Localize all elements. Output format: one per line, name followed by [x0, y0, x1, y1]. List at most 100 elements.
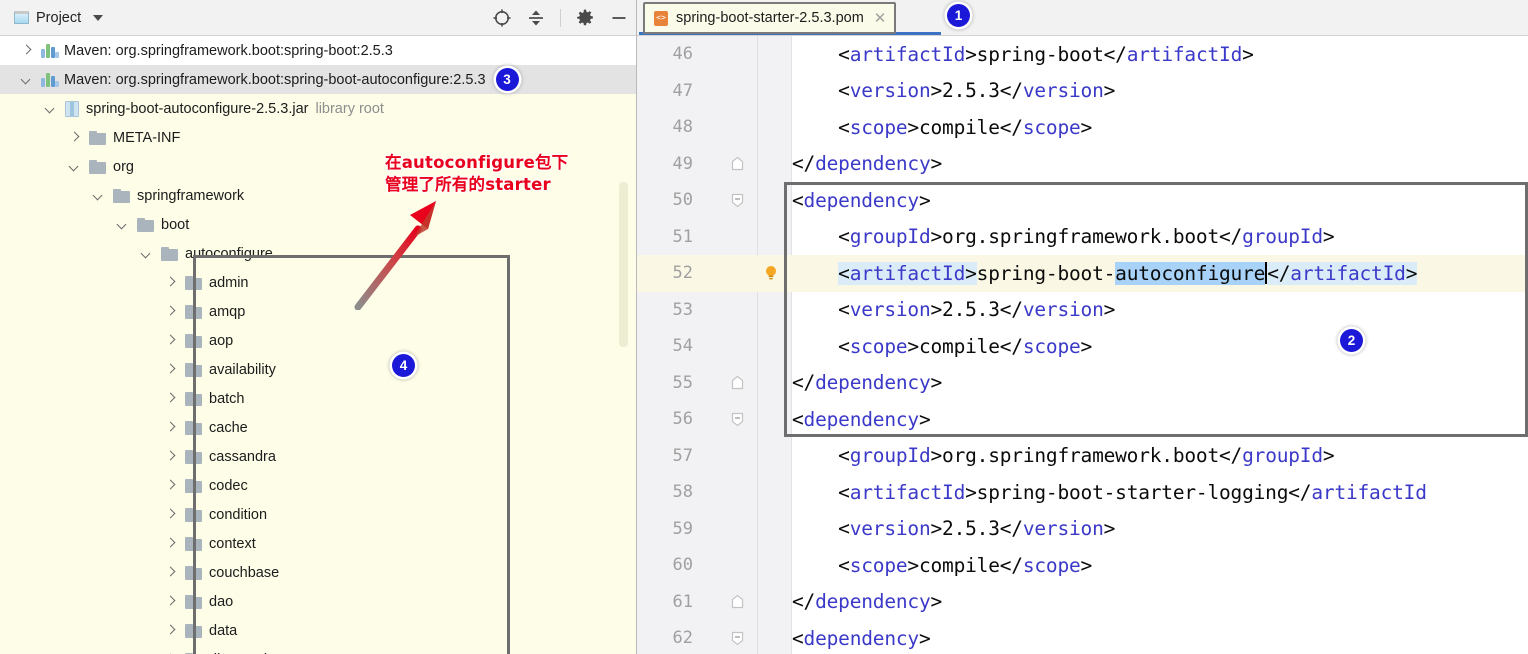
gutter-row[interactable]: 52: [637, 255, 792, 292]
editor-tab-pom[interactable]: spring-boot-starter-2.5.3.pom ✕: [643, 2, 897, 34]
xml-tag-name: dependency: [815, 152, 931, 176]
gutter-row[interactable]: 55: [637, 365, 792, 402]
gear-icon[interactable]: [575, 8, 595, 28]
gutter-row[interactable]: 46: [637, 36, 792, 73]
gutter-row[interactable]: 49: [637, 146, 792, 183]
chevron-right-icon[interactable]: [164, 363, 177, 376]
code-line[interactable]: < scope > compile </scope >: [792, 328, 1528, 365]
gutter-row[interactable]: 48: [637, 109, 792, 146]
tree-node-couchbase[interactable]: couchbase: [0, 558, 636, 587]
tree-node-maven-org-springframework-boot-spring-boot-autoconfigure-2-5-3[interactable]: Maven: org.springframework.boot:spring-b…: [0, 65, 636, 94]
code-line[interactable]: < version >2.5.3 </version >: [792, 73, 1528, 110]
code-line[interactable]: < dependency >: [792, 401, 1528, 438]
gutter-row[interactable]: 54: [637, 328, 792, 365]
chevron-right-icon[interactable]: [164, 537, 177, 550]
tree-node-meta-inf[interactable]: META-INF: [0, 123, 636, 152]
gutter-row[interactable]: 59: [637, 511, 792, 548]
fold-collapse-icon[interactable]: [730, 631, 745, 646]
chevron-down-icon[interactable]: [116, 218, 129, 231]
chevron-right-icon[interactable]: [164, 479, 177, 492]
chevron-down-icon[interactable]: [68, 160, 81, 173]
tree-node-spring-boot-autoconfigure-2-5-3-jar[interactable]: spring-boot-autoconfigure-2.5.3.jar libra…: [0, 94, 636, 123]
fold-collapse-icon[interactable]: [730, 412, 745, 427]
chevron-right-icon[interactable]: [164, 334, 177, 347]
tree-node-diagnostics[interactable]: diagnostics: [0, 645, 636, 654]
project-panel-scrollbar[interactable]: [619, 182, 628, 347]
tree-node-maven-org-springframework-boot-spring-boot-2-5-3[interactable]: Maven: org.springframework.boot:spring-b…: [0, 36, 636, 65]
code-line[interactable]: < dependency >: [792, 620, 1528, 654]
chevron-down-icon[interactable]: [93, 14, 104, 21]
code-line[interactable]: < artifactId > spring-boot </artifactId >: [792, 36, 1528, 73]
select-opened-file-icon[interactable]: [492, 8, 512, 28]
fold-end-icon[interactable]: [730, 156, 745, 171]
tree-node-data[interactable]: data: [0, 616, 636, 645]
code-line[interactable]: < groupId > org.springframework.boot </group…: [792, 219, 1528, 256]
gutter-row[interactable]: 57: [637, 438, 792, 475]
code-line[interactable]: </dependency >: [792, 146, 1528, 183]
gutter-row[interactable]: 58: [637, 474, 792, 511]
editor-gutter[interactable]: 46 47 48 49 50 51 52 53 54 55 56 57 58 59 60 61 62: [637, 36, 792, 654]
gutter-row[interactable]: 53: [637, 292, 792, 329]
tree-node-boot[interactable]: boot: [0, 210, 636, 239]
project-title-group[interactable]: Project: [14, 10, 104, 26]
gutter-row[interactable]: 50: [637, 182, 792, 219]
code-line[interactable]: < artifactId > spring-boot-autoconfigure </a…: [792, 255, 1528, 292]
chevron-down-icon[interactable]: [44, 102, 57, 115]
code-line[interactable]: < version >2.5.3 </version >: [792, 292, 1528, 329]
code-content[interactable]: < artifactId > spring-boot </artifactId > < ve…: [792, 36, 1528, 654]
gutter-row[interactable]: 61: [637, 584, 792, 621]
fold-end-icon[interactable]: [730, 375, 745, 390]
intention-bulb-icon[interactable]: [764, 265, 778, 281]
xml-punctuation: <: [838, 115, 850, 139]
gutter-row[interactable]: 62: [637, 620, 792, 654]
tree-node-cassandra[interactable]: cassandra: [0, 442, 636, 471]
gutter-row[interactable]: 51: [637, 219, 792, 256]
tree-node-autoconfigure[interactable]: autoconfigure: [0, 239, 636, 268]
tree-node-aop[interactable]: aop: [0, 326, 636, 355]
tree-node-codec[interactable]: codec: [0, 471, 636, 500]
gutter-row[interactable]: 60: [637, 547, 792, 584]
chevron-right-icon[interactable]: [20, 44, 33, 57]
chevron-down-icon[interactable]: [20, 73, 33, 86]
fold-collapse-icon[interactable]: [730, 193, 745, 208]
code-editor[interactable]: 46 47 48 49 50 51 52 53 54 55 56 57 58 59 60 61 62 < arti…: [637, 36, 1528, 654]
code-line[interactable]: < artifactId > spring-boot-starter-logging <…: [792, 474, 1528, 511]
tree-node-context[interactable]: context: [0, 529, 636, 558]
minimize-icon[interactable]: [609, 8, 629, 28]
code-line[interactable]: </dependency >: [792, 584, 1528, 621]
close-icon[interactable]: ✕: [874, 11, 887, 26]
chevron-right-icon[interactable]: [164, 624, 177, 637]
tree-node-amqp[interactable]: amqp: [0, 297, 636, 326]
chevron-right-icon[interactable]: [164, 595, 177, 608]
code-line[interactable]: < scope > compile </scope >: [792, 547, 1528, 584]
project-tree[interactable]: Maven: org.springframework.boot:spring-b…: [0, 36, 636, 654]
chevron-right-icon[interactable]: [164, 305, 177, 318]
tree-node-admin[interactable]: admin: [0, 268, 636, 297]
chevron-right-icon[interactable]: [164, 276, 177, 289]
code-line[interactable]: < groupId > org.springframework.boot </group…: [792, 438, 1528, 475]
gutter-row[interactable]: 56: [637, 401, 792, 438]
chevron-right-icon[interactable]: [164, 450, 177, 463]
collapse-all-icon[interactable]: [526, 8, 546, 28]
chevron-right-icon[interactable]: [68, 131, 81, 144]
code-line[interactable]: < dependency >: [792, 182, 1528, 219]
annotation-badge-4: 4: [392, 354, 415, 377]
chevron-right-icon[interactable]: [164, 421, 177, 434]
tree-node-condition[interactable]: condition: [0, 500, 636, 529]
tree-node-availability[interactable]: availability: [0, 355, 636, 384]
gutter-row[interactable]: 47: [637, 73, 792, 110]
chevron-right-icon[interactable]: [164, 566, 177, 579]
code-line[interactable]: </dependency >: [792, 365, 1528, 402]
chevron-right-icon[interactable]: [164, 392, 177, 405]
code-line[interactable]: < scope > compile </scope >: [792, 109, 1528, 146]
fold-end-icon[interactable]: [730, 594, 745, 609]
chevron-right-icon[interactable]: [164, 508, 177, 521]
annotation-line-1: 在autoconfigure包下: [385, 153, 569, 172]
code-line[interactable]: < version >2.5.3 </version >: [792, 511, 1528, 548]
chevron-down-icon[interactable]: [92, 189, 105, 202]
tree-node-dao[interactable]: dao: [0, 587, 636, 616]
tree-node-cache[interactable]: cache: [0, 413, 636, 442]
tree-node-batch[interactable]: batch: [0, 384, 636, 413]
chevron-down-icon[interactable]: [140, 247, 153, 260]
